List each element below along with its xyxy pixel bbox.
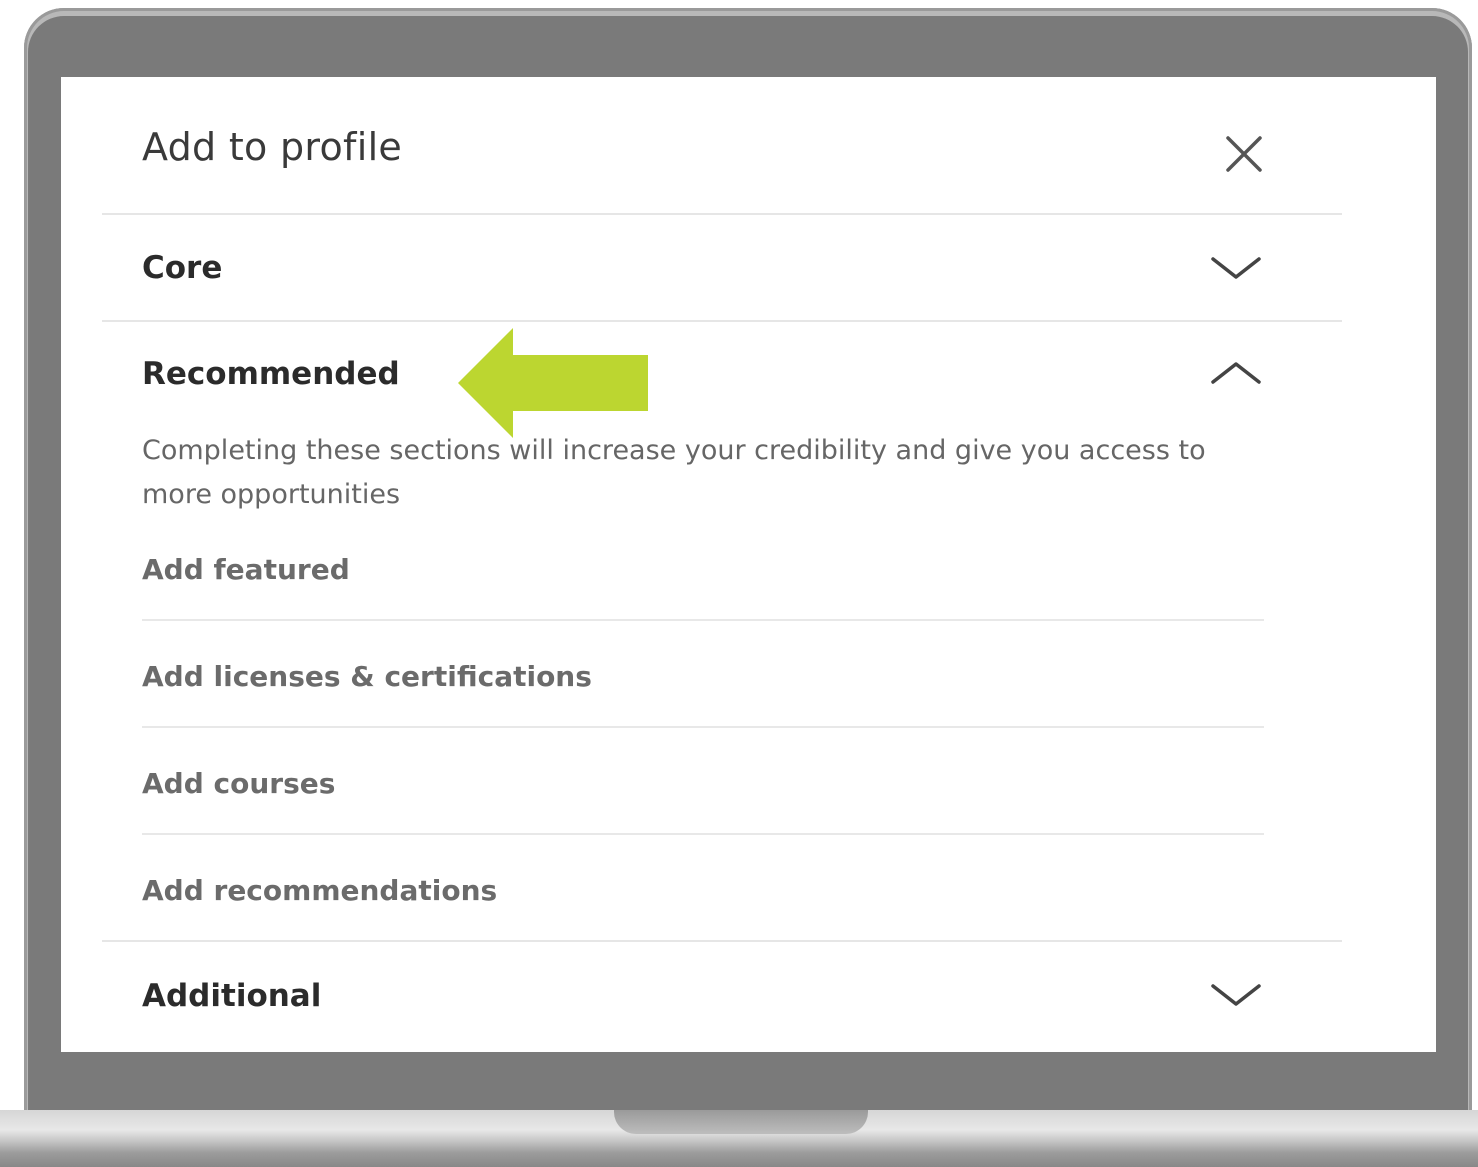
divider xyxy=(142,619,1264,621)
section-additional[interactable]: Additional xyxy=(102,942,1342,1048)
screen: Add to profile Core Recommended Completi… xyxy=(61,77,1436,1052)
section-recommended[interactable]: Recommended xyxy=(102,322,1342,422)
section-core[interactable]: Core xyxy=(102,215,1342,321)
section-additional-label: Additional xyxy=(142,978,322,1014)
section-core-label: Core xyxy=(142,250,223,286)
dialog-header: Add to profile xyxy=(61,77,1436,214)
list-item-add-featured[interactable]: Add featured xyxy=(142,532,1264,638)
item-label: Add licenses & certifications xyxy=(142,660,592,693)
item-label: Add courses xyxy=(142,767,336,800)
laptop-notch xyxy=(614,1110,868,1134)
divider xyxy=(142,726,1264,728)
list-item-add-licenses[interactable]: Add licenses & certifications xyxy=(142,639,1264,745)
item-label: Add featured xyxy=(142,553,350,586)
chevron-up-icon xyxy=(1211,362,1261,384)
chevron-down-icon xyxy=(1211,257,1261,279)
arrow-left-icon xyxy=(458,328,648,438)
dialog-title: Add to profile xyxy=(142,125,403,169)
close-icon xyxy=(1226,136,1262,172)
chevron-down-icon xyxy=(1211,984,1261,1006)
item-label: Add recommendations xyxy=(142,874,498,907)
divider xyxy=(142,833,1264,835)
list-item-add-courses[interactable]: Add courses xyxy=(142,746,1264,852)
close-button[interactable] xyxy=(1219,129,1269,179)
section-description: Completing these sections will increase … xyxy=(142,435,1206,510)
section-recommended-label: Recommended xyxy=(142,356,400,392)
